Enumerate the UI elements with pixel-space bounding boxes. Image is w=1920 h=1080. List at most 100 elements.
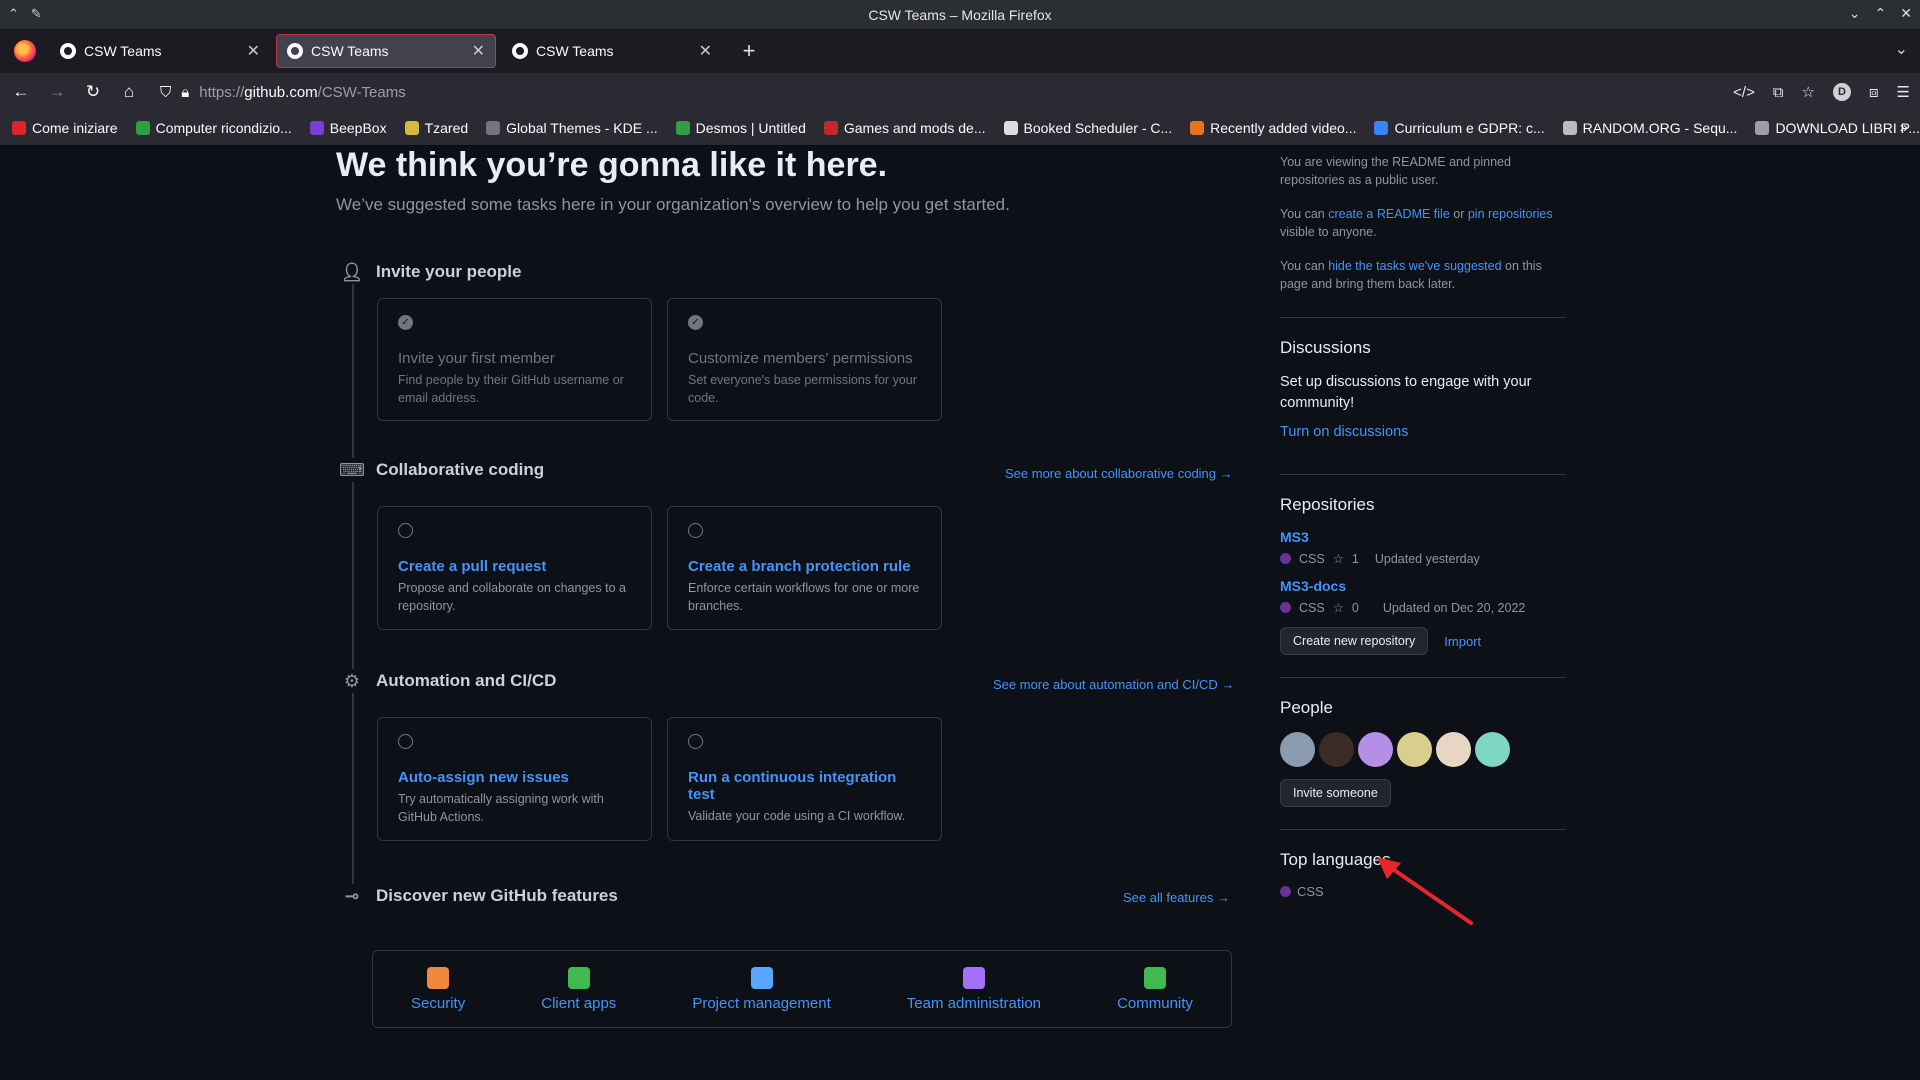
hide-tasks-link[interactable]: hide the tasks we've suggested	[1328, 259, 1501, 273]
account-icon[interactable]: D	[1833, 83, 1851, 101]
repo-stars: 0	[1351, 600, 1359, 615]
window-titlebar: ⌃ ✎ CSW Teams – Mozilla Firefox ⌄ ⌃ ✕	[0, 0, 1920, 29]
open-external-icon[interactable]: ⧉	[1773, 84, 1784, 101]
close-icon[interactable]: ✕	[472, 41, 485, 61]
repo-meta: CSS ☆ 1 Updated yesterday	[1280, 551, 1566, 566]
bookmark-label: Tzared	[424, 120, 469, 136]
bookmark-star-icon[interactable]: ☆	[1802, 83, 1815, 101]
task-card-branch-protection[interactable]: Create a branch protection rule Enforce …	[667, 506, 942, 630]
bookmark-item[interactable]: Computer ricondizio...	[135, 120, 292, 136]
divider	[1280, 474, 1566, 475]
circle-icon	[688, 734, 703, 749]
reload-button[interactable]: ↻	[82, 82, 104, 102]
bookmark-item[interactable]: BeepBox	[309, 120, 387, 136]
maximize-button[interactable]: ⌃	[1875, 5, 1887, 22]
invite-someone-button[interactable]: Invite someone	[1280, 779, 1391, 807]
org-sidebar: You are viewing the README and pinned re…	[1280, 146, 1566, 899]
task-card-ci-test[interactable]: Run a continuous integration test Valida…	[667, 717, 942, 841]
see-all-features-link[interactable]: See all features →	[1123, 890, 1230, 905]
repo-actions: Create new repository Import	[1280, 627, 1566, 655]
feature-link[interactable]: Team administration	[906, 966, 1042, 1012]
tab-1[interactable]: CSW Teams ✕	[50, 34, 270, 68]
minimize-button[interactable]: ⌄	[1849, 5, 1861, 22]
see-more-collaborative-coding-link[interactable]: See more about collaborative coding →	[1005, 466, 1233, 481]
bookmark-item[interactable]: Global Themes - KDE ...	[486, 120, 658, 136]
bookmark-item[interactable]: RANDOM.ORG - Sequ...	[1562, 120, 1737, 136]
firefox-icon[interactable]	[14, 40, 36, 62]
repo-link-ms3-docs[interactable]: MS3-docs	[1280, 578, 1566, 594]
create-readme-link[interactable]: create a README file	[1328, 207, 1450, 221]
bookmark-favicon-icon	[404, 121, 419, 135]
back-button[interactable]: ←	[10, 82, 32, 102]
task-card-pull-request[interactable]: Create a pull request Propose and collab…	[377, 506, 652, 630]
url-text[interactable]: https://github.com/CSW-Teams	[199, 84, 405, 101]
see-more-automation-link[interactable]: See more about automation and CI/CD →	[993, 677, 1234, 692]
lock-icon[interactable]: 🔒︎	[181, 84, 189, 101]
circle-icon	[398, 734, 413, 749]
extensions-icon[interactable]: ⧈	[1869, 84, 1879, 101]
tab-3[interactable]: CSW Teams ✕	[502, 34, 722, 68]
pin-repositories-link[interactable]: pin repositories	[1468, 207, 1553, 221]
avatar[interactable]	[1397, 732, 1432, 767]
people-heading: People	[1280, 698, 1333, 717]
task-card-customize-permissions[interactable]: ✓ Customize members' permissions Set eve…	[667, 298, 942, 421]
avatar[interactable]	[1475, 732, 1510, 767]
bookmark-label: Computer ricondizio...	[155, 120, 292, 136]
check-icon: ✓	[688, 315, 703, 330]
bookmark-item[interactable]: Come iniziare	[12, 120, 118, 136]
star-icon: ☆	[1332, 552, 1344, 566]
avatar[interactable]	[1436, 732, 1471, 767]
feature-link[interactable]: Project management	[692, 966, 831, 1012]
repo-stars: 1	[1351, 551, 1359, 566]
avatar[interactable]	[1319, 732, 1354, 767]
url-bar[interactable]: ⛉ 🔒︎ https://github.com/CSW-Teams	[154, 77, 1719, 107]
discussions-heading: Discussions	[1280, 338, 1371, 357]
close-window-button[interactable]: ✕	[1900, 5, 1912, 22]
chevron-up-icon[interactable]: ⌃	[8, 6, 19, 22]
discussions-text: Set up discussions to engage with your c…	[1280, 374, 1532, 411]
feature-link[interactable]: Client apps	[541, 966, 616, 1012]
tracking-protection-icon[interactable]: ⛉	[160, 84, 171, 101]
new-tab-button[interactable]: +	[734, 38, 764, 64]
tab-2-active[interactable]: CSW Teams ✕	[276, 34, 496, 68]
toolbar-right: </> ⧉ ☆ D ⧈ ☰	[1733, 83, 1910, 101]
bookmarks-overflow-icon[interactable]: »	[1900, 119, 1908, 136]
create-new-repository-button[interactable]: Create new repository	[1280, 627, 1429, 655]
menu-icon[interactable]: ☰	[1897, 83, 1910, 101]
card-title[interactable]: Auto-assign new issues	[398, 769, 631, 786]
section-collaborative-coding: ⌨ Collaborative coding	[339, 458, 544, 482]
github-icon	[512, 43, 528, 59]
avatar[interactable]	[1280, 732, 1315, 767]
bookmark-item[interactable]: Games and mods de...	[823, 120, 986, 136]
avatar[interactable]	[1358, 732, 1393, 767]
bookmark-item[interactable]: DOWNLOAD LIBRI P...	[1755, 120, 1920, 136]
people-avatars	[1280, 732, 1566, 767]
features-box: Security Client apps Project management Tea…	[372, 950, 1232, 1028]
turn-on-discussions-link[interactable]: Turn on discussions	[1280, 424, 1566, 440]
feature-label: Team administration	[906, 994, 1042, 1012]
home-button[interactable]: ⌂	[118, 82, 140, 102]
card-title[interactable]: Run a continuous integration test	[688, 769, 921, 803]
close-icon[interactable]: ✕	[699, 41, 712, 61]
repo-link-ms3[interactable]: MS3	[1280, 529, 1566, 545]
bookmark-item[interactable]: Desmos | Untitled	[675, 120, 806, 136]
code-icon[interactable]: </>	[1733, 84, 1755, 101]
close-icon[interactable]: ✕	[247, 41, 260, 61]
feature-link[interactable]: Community	[1117, 966, 1193, 1012]
pin-icon[interactable]: ✎	[31, 6, 42, 22]
task-card-auto-assign[interactable]: Auto-assign new issues Try automatically…	[377, 717, 652, 841]
section-heading: Invite your people	[376, 262, 522, 281]
import-link[interactable]: Import	[1444, 634, 1481, 649]
task-card-invite-member[interactable]: ✓ Invite your first member Find people b…	[377, 298, 652, 421]
card-title[interactable]: Create a branch protection rule	[688, 558, 921, 575]
repo-language: CSS	[1299, 600, 1325, 615]
feature-link[interactable]: Security	[411, 966, 465, 1012]
card-title[interactable]: Create a pull request	[398, 558, 631, 575]
bookmark-item[interactable]: Tzared	[404, 120, 469, 136]
language-color-dot	[1280, 602, 1291, 613]
bookmark-item[interactable]: Curriculum e GDPR: c...	[1374, 120, 1545, 136]
bookmark-item[interactable]: Booked Scheduler - C...	[1003, 120, 1172, 136]
forward-button[interactable]: →	[46, 82, 68, 102]
list-all-tabs-button[interactable]: ⌄	[1895, 39, 1908, 59]
bookmark-item[interactable]: Recently added video...	[1190, 120, 1356, 136]
